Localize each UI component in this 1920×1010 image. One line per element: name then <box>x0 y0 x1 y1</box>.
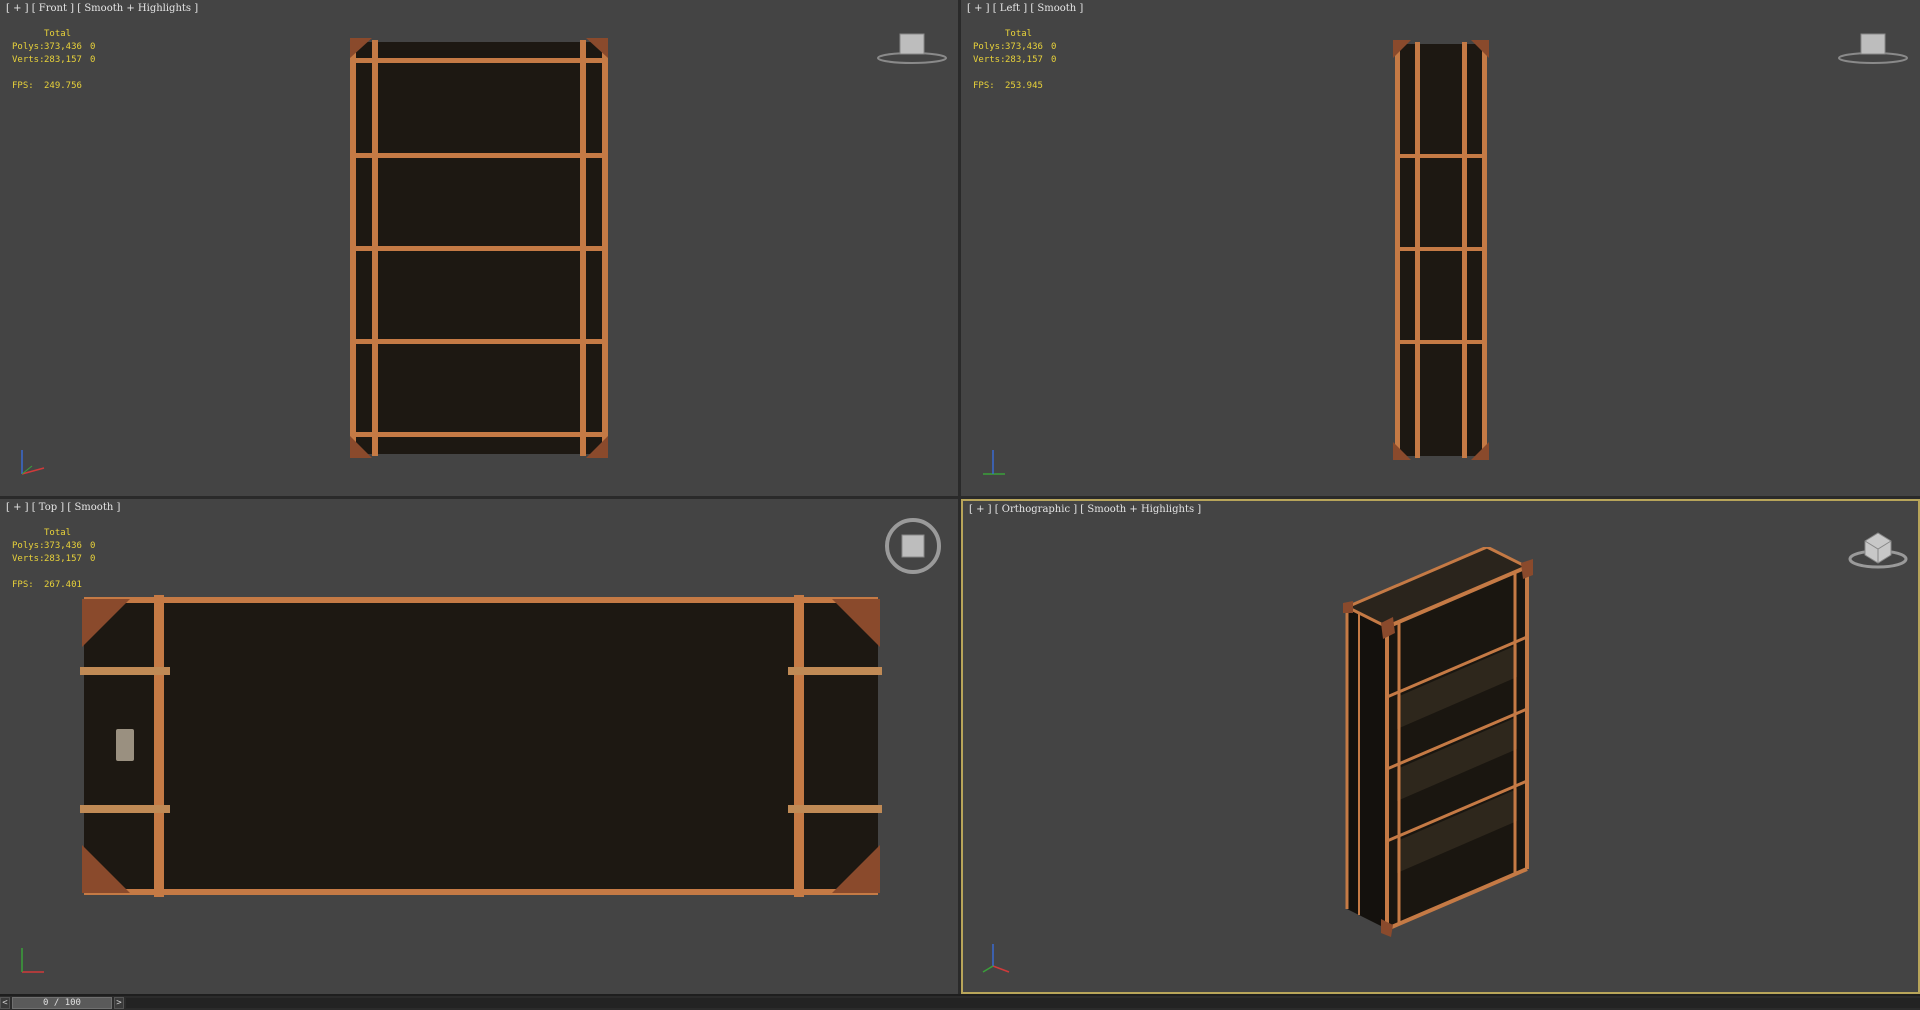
polys-value: 373,436 <box>1005 42 1043 52</box>
stats-header: Total <box>44 528 72 538</box>
verts-selected: 0 <box>90 554 96 564</box>
verts-selected: 0 <box>1051 55 1057 65</box>
fps-label: FPS: <box>12 81 34 91</box>
bookcase-side-model[interactable] <box>1393 40 1489 460</box>
axis-gizmo-icon <box>21 450 45 475</box>
axis-gizmo-icon <box>982 944 1010 973</box>
verts-label: Verts: <box>973 55 1006 65</box>
viewport-statistics: Total Polys: 373,436 0 Verts: 283,157 0 FPS:… <box>12 28 95 93</box>
verts-label: Verts: <box>12 55 45 65</box>
viewport-statistics: Total Polys: 373,436 0 Verts: 283,157 0 FPS:… <box>973 28 1056 93</box>
verts-selected: 0 <box>90 55 96 65</box>
viewport-divider-vertical[interactable] <box>958 0 961 994</box>
top-viewport[interactable]: [ + ] [ Top ] [ Smooth ] Total Polys: 373… <box>0 499 958 994</box>
orthographic-viewport[interactable]: [ + ] [ Orthographic ] [ Smooth + Highli… <box>961 499 1920 994</box>
polys-selected: 0 <box>90 42 96 52</box>
polys-selected: 0 <box>1051 42 1057 52</box>
polys-label: Polys: <box>973 42 1006 52</box>
fps-label: FPS: <box>973 81 995 91</box>
viewport-layout: [ + ] [ Front ] [ Smooth + Highlights ] … <box>0 0 1920 994</box>
stats-header: Total <box>1005 29 1033 39</box>
stats-header: Total <box>44 29 72 39</box>
viewport-label[interactable]: [ + ] [ Front ] [ Smooth + Highlights ] <box>6 3 198 14</box>
viewcube-icon[interactable] <box>1837 28 1909 68</box>
time-slider-bar: < 0 / 100 > <box>0 996 1920 1010</box>
axis-gizmo-icon <box>21 948 44 973</box>
next-frame-button[interactable]: > <box>114 997 124 1009</box>
verts-value: 283,157 <box>44 55 82 65</box>
time-slider-track[interactable] <box>126 998 1920 1008</box>
bookcase-3d-model[interactable] <box>1337 547 1563 947</box>
axis-gizmo-icon <box>983 450 1005 475</box>
bookcase-front-model[interactable] <box>348 36 610 460</box>
verts-value: 283,157 <box>1005 55 1043 65</box>
viewport-label[interactable]: [ + ] [ Top ] [ Smooth ] <box>6 502 120 513</box>
bookcase-top-model[interactable] <box>76 595 886 897</box>
viewport-label[interactable]: [ + ] [ Left ] [ Smooth ] <box>967 3 1083 14</box>
viewcube-icon[interactable] <box>1847 523 1909 571</box>
front-viewport[interactable]: [ + ] [ Front ] [ Smooth + Highlights ] … <box>0 0 958 496</box>
fps-label: FPS: <box>12 580 34 590</box>
viewport-statistics: Total Polys: 373,436 0 Verts: 283,157 0 FPS:… <box>12 527 95 592</box>
viewport-label[interactable]: [ + ] [ Orthographic ] [ Smooth + Highli… <box>969 504 1201 515</box>
fps-value: 267.401 <box>44 580 82 590</box>
viewcube-icon[interactable] <box>876 28 948 68</box>
polys-value: 373,436 <box>44 541 82 551</box>
verts-value: 283,157 <box>44 554 82 564</box>
fps-value: 253.945 <box>1005 81 1043 91</box>
left-viewport[interactable]: [ + ] [ Left ] [ Smooth ] Total Polys: 37… <box>961 0 1920 496</box>
polys-selected: 0 <box>90 541 96 551</box>
polys-label: Polys: <box>12 541 45 551</box>
polys-label: Polys: <box>12 42 45 52</box>
viewcube-icon[interactable] <box>884 517 942 575</box>
time-slider-thumb[interactable]: 0 / 100 <box>12 997 112 1009</box>
polys-value: 373,436 <box>44 42 82 52</box>
verts-label: Verts: <box>12 554 45 564</box>
previous-frame-button[interactable]: < <box>0 997 10 1009</box>
fps-value: 249.756 <box>44 81 82 91</box>
